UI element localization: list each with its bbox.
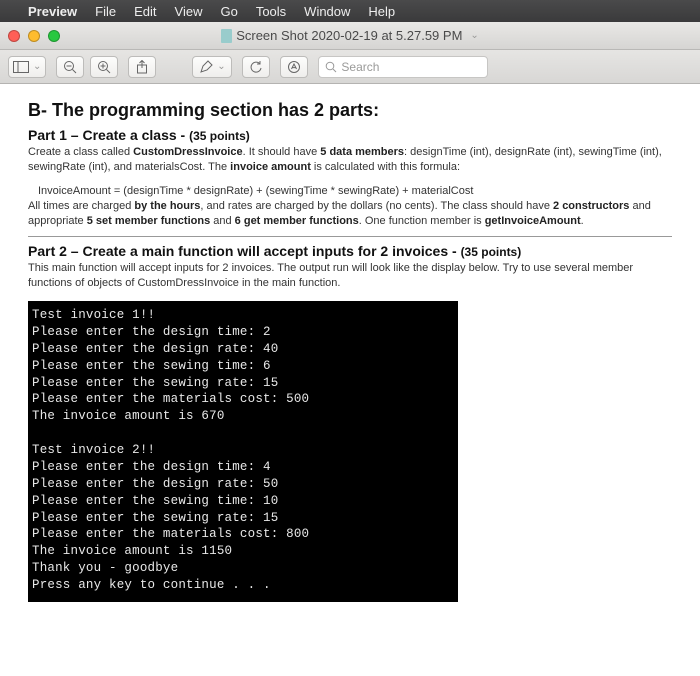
menu-tools[interactable]: Tools bbox=[256, 4, 286, 19]
part2-heading: Part 2 – Create a main function will acc… bbox=[28, 243, 672, 259]
highlight-button[interactable]: ⌄ bbox=[192, 56, 232, 78]
sidebar-icon bbox=[13, 61, 29, 73]
part1-para1: Create a class called CustomDressInvoice… bbox=[28, 145, 672, 175]
part2-para: This main function will accept inputs fo… bbox=[28, 261, 672, 291]
markup-icon bbox=[287, 60, 301, 74]
zoom-out-button[interactable] bbox=[56, 56, 84, 78]
search-icon bbox=[325, 61, 337, 73]
zoom-in-button[interactable] bbox=[90, 56, 118, 78]
document-page: B- The programming section has 2 parts: … bbox=[0, 84, 700, 676]
rotate-button[interactable] bbox=[242, 56, 270, 78]
menu-help[interactable]: Help bbox=[368, 4, 395, 19]
divider bbox=[28, 236, 672, 237]
highlight-icon bbox=[199, 60, 213, 74]
title-dropdown-chevron-icon[interactable]: ⌄ bbox=[470, 30, 478, 41]
chevron-down-icon: ⌄ bbox=[33, 61, 41, 72]
menu-edit[interactable]: Edit bbox=[134, 4, 156, 19]
menu-window[interactable]: Window bbox=[304, 4, 350, 19]
chevron-down-icon: ⌄ bbox=[217, 61, 225, 72]
search-input[interactable]: Search bbox=[318, 56, 488, 78]
part1-title: Part 1 – Create a class - bbox=[28, 127, 185, 143]
part2-title: Part 2 – Create a main function will acc… bbox=[28, 243, 457, 259]
part1-heading: Part 1 – Create a class - (35 points) bbox=[28, 127, 672, 143]
macos-menubar: Preview File Edit View Go Tools Window H… bbox=[0, 0, 700, 22]
sidebar-view-button[interactable]: ⌄ bbox=[8, 56, 46, 78]
menu-view[interactable]: View bbox=[175, 4, 203, 19]
document-proxy-icon[interactable] bbox=[221, 29, 232, 43]
window-titlebar: Screen Shot 2020-02-19 at 5.27.59 PM ⌄ bbox=[0, 22, 700, 50]
part2-points: (35 points) bbox=[461, 245, 522, 259]
zoom-out-icon bbox=[63, 60, 77, 74]
zoom-in-icon bbox=[97, 60, 111, 74]
part1-para2: All times are charged by the hours, and … bbox=[28, 199, 672, 229]
preview-toolbar: ⌄ ⌄ Search bbox=[0, 50, 700, 84]
search-placeholder: Search bbox=[341, 60, 379, 74]
app-name[interactable]: Preview bbox=[28, 4, 77, 19]
formula-text: InvoiceAmount = (designTime * designRate… bbox=[38, 185, 672, 197]
markup-button[interactable] bbox=[280, 56, 308, 78]
menu-go[interactable]: Go bbox=[220, 4, 237, 19]
part1-points: (35 points) bbox=[189, 129, 250, 143]
console-output: Test invoice 1!! Please enter the design… bbox=[28, 301, 458, 602]
menu-file[interactable]: File bbox=[95, 4, 116, 19]
section-heading: B- The programming section has 2 parts: bbox=[28, 100, 672, 121]
window-title-text: Screen Shot 2020-02-19 at 5.27.59 PM bbox=[236, 28, 462, 43]
rotate-icon bbox=[249, 60, 263, 74]
share-icon bbox=[136, 60, 148, 74]
window-title: Screen Shot 2020-02-19 at 5.27.59 PM ⌄ bbox=[0, 28, 700, 43]
share-button[interactable] bbox=[128, 56, 156, 78]
